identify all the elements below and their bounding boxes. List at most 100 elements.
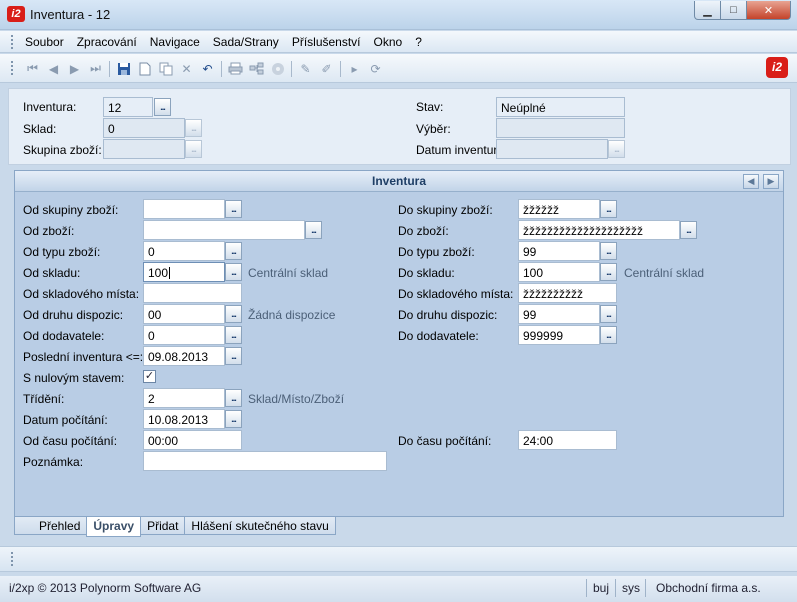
do-typu-input[interactable]: 99 (518, 241, 600, 261)
datum-inventury-button[interactable]: ... (608, 140, 625, 158)
trideni-button[interactable]: ... (225, 389, 242, 407)
brand-logo-icon: i2 (766, 57, 788, 78)
minimize-button[interactable]: ▁ (694, 1, 721, 20)
do-mista-label: Do skladového místa: (398, 287, 514, 301)
datum-inventury-field[interactable] (496, 139, 608, 159)
od-typu-label: Od typu zboží: (23, 245, 101, 259)
text-caret (169, 267, 171, 279)
skupina-lookup-button[interactable]: ... (185, 140, 202, 158)
undo-icon[interactable]: ↶ (197, 60, 218, 77)
do-skupiny-button[interactable]: ... (600, 200, 617, 218)
od-zbozi-button[interactable]: ... (305, 221, 322, 239)
do-mista-input[interactable]: žžžžžžžžžž (518, 283, 617, 303)
od-skupiny-input[interactable] (143, 199, 225, 219)
close-button[interactable]: ✕ (746, 1, 791, 20)
disc-icon[interactable] (267, 60, 288, 77)
panel-prev-icon[interactable]: ◀ (743, 174, 759, 189)
tab-upravy[interactable]: Úpravy (86, 517, 142, 537)
do-dodavatele-button[interactable]: ... (600, 326, 617, 344)
menu-prislusenstvi[interactable]: Příslušenství (292, 35, 361, 49)
sklad-lookup-button[interactable]: ... (185, 119, 202, 137)
do-skupiny-input[interactable]: žžžžžž (518, 199, 600, 219)
print-icon[interactable] (225, 60, 246, 77)
do-casu-input[interactable]: 24:00 (518, 430, 617, 450)
edit-pencil-icon[interactable]: ✎ (295, 60, 316, 77)
od-skladu-value: 100 (148, 266, 169, 280)
tab-pridat[interactable]: Přidat (140, 517, 186, 535)
menu-soubor[interactable]: Soubor (25, 35, 64, 49)
od-typu-input[interactable]: 0 (143, 241, 225, 261)
next-record-icon[interactable]: ▶ (64, 60, 85, 77)
posledni-inventura-button[interactable]: ... (225, 347, 242, 365)
posledni-inventura-input[interactable]: 09.08.2013 (143, 346, 225, 366)
od-skupiny-button[interactable]: ... (225, 200, 242, 218)
do-typu-button[interactable]: ... (600, 242, 617, 260)
vyber-field[interactable] (496, 118, 625, 138)
inventura-field[interactable]: 12 (103, 97, 153, 117)
datum-pocitani-input[interactable]: 10.08.2013 (143, 409, 225, 429)
refresh-icon[interactable]: ⟳ (365, 60, 386, 77)
do-druhu-label: Do druhu dispozic: (398, 308, 498, 322)
bottom-grip-icon[interactable] (11, 552, 13, 566)
play-icon[interactable]: ▸ (344, 60, 365, 77)
od-zbozi-input[interactable] (143, 220, 305, 240)
vyber-label: Výběr: (416, 122, 451, 136)
toolbar: ⏮ ◀ ▶ ⏭ ✕ ↶ ✎ ✐ ▸ ⟳ i2 (0, 54, 797, 83)
do-zbozi-button[interactable]: ... (680, 221, 697, 239)
do-casu-label: Do času počítání: (398, 434, 492, 448)
toolbar-grip-icon[interactable] (11, 61, 13, 75)
do-druhu-button[interactable]: ... (600, 305, 617, 323)
do-dodavatele-input[interactable]: 999999 (518, 325, 600, 345)
do-skladu-button[interactable]: ... (600, 263, 617, 281)
eraser-icon[interactable]: ✐ (316, 60, 337, 77)
save-icon[interactable] (113, 60, 134, 77)
od-dodavatele-button[interactable]: ... (225, 326, 242, 344)
skupina-field[interactable] (103, 139, 185, 159)
od-druhu-button[interactable]: ... (225, 305, 242, 323)
previous-record-icon[interactable]: ◀ (43, 60, 64, 77)
poznamka-input[interactable] (143, 451, 387, 471)
menu-zpracovani[interactable]: Zpracování (77, 35, 137, 49)
od-mista-input[interactable] (143, 283, 242, 303)
delete-icon[interactable]: ✕ (176, 60, 197, 77)
menu-okno[interactable]: Okno (374, 35, 403, 49)
tab-prehled[interactable]: Přehled (14, 517, 88, 535)
window-title: Inventura - 12 (30, 7, 111, 22)
tab-hlaseni[interactable]: Hlášení skutečného stavu (184, 517, 336, 535)
menu-sada-strany[interactable]: Sada/Strany (213, 35, 279, 49)
panel-title: Inventura (15, 171, 783, 192)
od-skladu-input[interactable]: 100 (143, 262, 225, 282)
menu-help[interactable]: ? (415, 35, 422, 49)
od-druhu-input[interactable]: 00 (143, 304, 225, 324)
inventura-lookup-button[interactable]: ... (154, 98, 171, 116)
sklad-field[interactable]: 0 (103, 118, 185, 138)
od-skladu-button[interactable]: ... (225, 263, 242, 281)
app-logo-icon: i2 (7, 6, 25, 22)
datum-pocitani-label: Datum počítání: (23, 413, 108, 427)
last-record-icon[interactable]: ⏭ (85, 60, 106, 77)
datum-pocitani-button[interactable]: ... (225, 410, 242, 428)
do-skladu-input[interactable]: 100 (518, 262, 600, 282)
do-zbozi-input[interactable]: žžžžžžžžžžžžžžžžžžžž (518, 220, 680, 240)
panel-next-icon[interactable]: ▶ (763, 174, 779, 189)
nulovy-stav-checkbox[interactable]: ✓ (143, 370, 156, 383)
stav-field[interactable]: Neúplné (496, 97, 625, 117)
od-dodavatele-input[interactable]: 0 (143, 325, 225, 345)
maximize-button[interactable]: □ (720, 1, 747, 20)
structure-icon[interactable] (246, 60, 267, 77)
do-druhu-input[interactable]: 99 (518, 304, 600, 324)
status-user: buj (593, 581, 610, 595)
window-controls: ▁ □ ✕ (694, 1, 791, 20)
od-druhu-hint: Žádná dispozice (248, 308, 336, 322)
od-typu-button[interactable]: ... (225, 242, 242, 260)
od-casu-input[interactable]: 00:00 (143, 430, 242, 450)
toolbar-separator (109, 60, 110, 77)
trideni-input[interactable]: 2 (143, 388, 225, 408)
menu-grip-icon[interactable] (11, 35, 13, 49)
first-record-icon[interactable]: ⏮ (22, 60, 43, 77)
toolbar-separator (340, 60, 341, 77)
status-separator (645, 579, 646, 597)
copy-icon[interactable] (155, 60, 176, 77)
new-document-icon[interactable] (134, 60, 155, 77)
menu-navigace[interactable]: Navigace (150, 35, 200, 49)
